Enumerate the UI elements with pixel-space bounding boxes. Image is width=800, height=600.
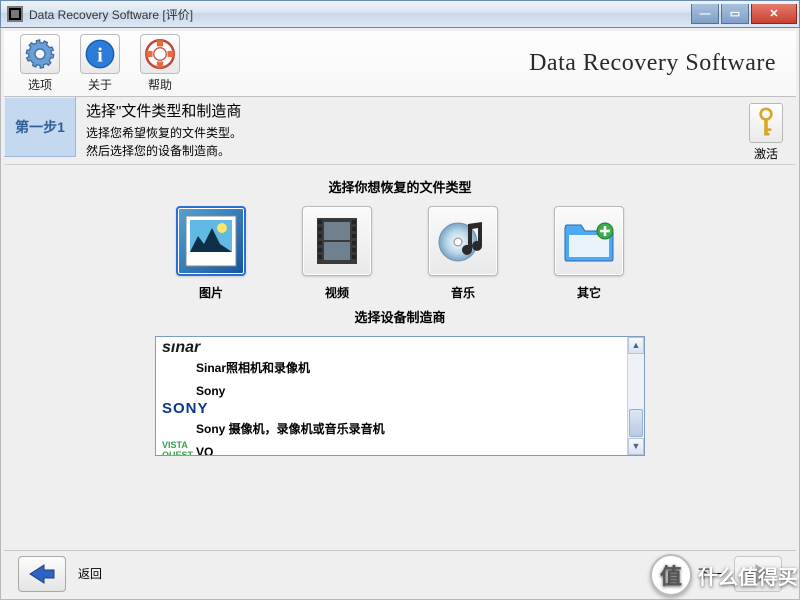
- filetype-photos[interactable]: 图片: [171, 206, 251, 301]
- manufacturer-item-sony[interactable]: SONY: [156, 398, 644, 420]
- sony-logo: SONY: [162, 400, 212, 417]
- svg-text:i: i: [97, 45, 103, 67]
- window-body: 选项 i 关于 帮助 Data Recovery Software 第一步1 选…: [0, 28, 800, 600]
- filetype-row: 图片 视频 音乐 其它: [24, 206, 776, 301]
- film-icon: [302, 206, 372, 276]
- manufacturer-item-sinar[interactable]: sınar: [156, 337, 644, 359]
- titlebar: Data Recovery Software [评价] — ▭ ✕: [0, 0, 800, 28]
- about-label: 关于: [70, 76, 130, 93]
- watermark: 值 什么值得买: [650, 550, 798, 600]
- key-icon: [749, 103, 783, 143]
- back-label: 返回: [78, 565, 102, 582]
- toolbar: 选项 i 关于 帮助 Data Recovery Software: [4, 31, 796, 97]
- sinar-logo: sınar: [162, 339, 212, 357]
- app-icon: [7, 6, 23, 22]
- scroll-down-button[interactable]: ▼: [628, 438, 644, 455]
- close-button[interactable]: ✕: [751, 4, 797, 24]
- watermark-text: 什么值得买: [698, 561, 798, 590]
- minimize-button[interactable]: —: [691, 4, 719, 24]
- filetype-music[interactable]: 音乐: [423, 206, 503, 301]
- filetype-video-label: 视频: [297, 284, 377, 301]
- maximize-button[interactable]: ▭: [721, 4, 749, 24]
- lifebuoy-icon: [140, 34, 180, 74]
- window-title: Data Recovery Software [评价]: [29, 6, 193, 23]
- photo-icon: [176, 206, 246, 276]
- manufacturer-heading: 选择设备制造商: [24, 307, 776, 326]
- options-label: 选项: [10, 76, 70, 93]
- filetype-video[interactable]: 视频: [297, 206, 377, 301]
- watermark-badge: 值: [650, 554, 692, 596]
- filetype-music-label: 音乐: [423, 284, 503, 301]
- step-number: 第一步1: [4, 97, 76, 157]
- info-icon: i: [80, 34, 120, 74]
- help-button[interactable]: 帮助: [130, 34, 190, 93]
- filetypes-heading: 选择你想恢复的文件类型: [24, 177, 776, 196]
- about-button[interactable]: i 关于: [70, 34, 130, 93]
- step-line1: 选择您希望恢复的文件类型。: [86, 124, 726, 142]
- filetype-other[interactable]: 其它: [549, 206, 629, 301]
- help-label: 帮助: [130, 76, 190, 93]
- folder-plus-icon: [554, 206, 624, 276]
- step-line2: 然后选择您的设备制造商。: [86, 142, 726, 160]
- manufacturer-desc: Sinar照相机和录像机: [156, 359, 644, 376]
- music-icon: [428, 206, 498, 276]
- manufacturer-desc: Sony 摄像机，录像机或音乐录音机: [156, 420, 644, 437]
- gear-icon: [20, 34, 60, 74]
- step-title: 选择"文件类型和制造商: [86, 101, 726, 124]
- options-button[interactable]: 选项: [10, 34, 70, 93]
- step-banner: 第一步1 选择"文件类型和制造商 选择您希望恢复的文件类型。 然后选择您的设备制…: [4, 97, 796, 165]
- scroll-thumb[interactable]: [629, 409, 643, 437]
- activate-button[interactable]: 激活: [736, 97, 796, 164]
- manufacturer-item-sony-header[interactable]: Sony: [156, 384, 644, 398]
- app-title: Data Recovery Software: [529, 50, 776, 77]
- scroll-up-button[interactable]: ▲: [628, 337, 644, 354]
- filetype-other-label: 其它: [549, 284, 629, 301]
- step-text: 选择"文件类型和制造商 选择您希望恢复的文件类型。 然后选择您的设备制造商。: [76, 97, 736, 164]
- manufacturer-list: sınar Sinar照相机和录像机 Sony SONY Sony 摄像机，录像…: [155, 336, 645, 456]
- activate-label: 激活: [736, 145, 796, 162]
- content-area: 选择你想恢复的文件类型 图片 视频 音乐: [4, 165, 796, 551]
- scrollbar[interactable]: ▲ ▼: [627, 337, 644, 455]
- filetype-photos-label: 图片: [171, 284, 251, 301]
- manufacturer-desc: VQ: [156, 445, 644, 455]
- back-button[interactable]: [18, 556, 66, 592]
